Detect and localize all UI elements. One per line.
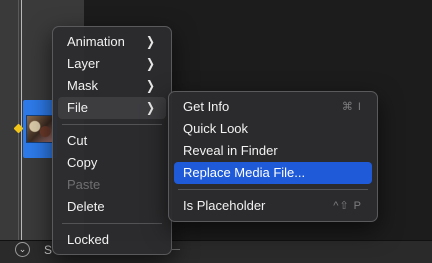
chevron-down-icon[interactable]: ⌄ xyxy=(15,242,30,257)
shortcut-label: ^⇧ P xyxy=(333,200,362,212)
menu-item-mask[interactable]: Mask ❯ xyxy=(58,75,166,97)
context-menu: Animation ❯ Layer ❯ Mask ❯ File ❯ Cut Co… xyxy=(52,26,172,255)
menu-item-label: Quick Look xyxy=(183,121,249,136)
chevron-right-icon: ❯ xyxy=(146,78,155,93)
menu-item-is-placeholder[interactable]: Is Placeholder ^⇧ P xyxy=(174,195,372,217)
file-submenu: Get Info ⌘ I Quick Look Reveal in Finder… xyxy=(168,91,378,222)
menu-item-animation[interactable]: Animation ❯ xyxy=(58,31,166,53)
menu-item-layer[interactable]: Layer ❯ xyxy=(58,53,166,75)
menu-item-label: Reveal in Finder xyxy=(183,143,278,158)
menu-item-label: Animation xyxy=(67,34,125,49)
menu-item-get-info[interactable]: Get Info ⌘ I xyxy=(174,96,372,118)
menu-item-label: Paste xyxy=(67,177,101,192)
bottom-bar-divider xyxy=(172,249,180,250)
menu-item-replace-media-file[interactable]: Replace Media File... xyxy=(174,162,372,184)
menu-item-cut[interactable]: Cut xyxy=(58,130,166,152)
menu-item-reveal-in-finder[interactable]: Reveal in Finder xyxy=(174,140,372,162)
menu-item-label: Mask xyxy=(67,78,99,93)
menu-item-quick-look[interactable]: Quick Look xyxy=(174,118,372,140)
menu-item-copy[interactable]: Copy xyxy=(58,152,166,174)
menu-item-label: Copy xyxy=(67,155,98,170)
chevron-right-icon: ❯ xyxy=(146,56,155,71)
bottom-bar-label: S xyxy=(44,243,53,257)
menu-item-file[interactable]: File ❯ xyxy=(58,97,166,119)
menu-separator xyxy=(178,189,368,190)
menu-item-label: Cut xyxy=(67,133,88,148)
menu-item-label: Locked xyxy=(67,232,109,247)
menu-item-label: Delete xyxy=(67,199,105,214)
playhead-line[interactable] xyxy=(21,0,22,240)
menu-item-label: Replace Media File... xyxy=(183,165,306,180)
menu-item-locked[interactable]: Locked xyxy=(58,229,166,251)
menu-item-label: Layer xyxy=(67,56,100,71)
menu-item-paste: Paste xyxy=(58,174,166,196)
chevron-right-icon: ❯ xyxy=(146,100,155,115)
menu-item-label: Is Placeholder xyxy=(183,198,266,213)
menu-item-label: Get Info xyxy=(183,99,230,114)
track-divider xyxy=(18,0,19,240)
menu-separator xyxy=(62,124,162,125)
clip-thumbnail xyxy=(26,115,54,143)
chevron-right-icon: ❯ xyxy=(146,34,155,49)
shortcut-label: ⌘ I xyxy=(341,101,362,113)
menu-item-label: File xyxy=(67,100,88,115)
menu-item-delete[interactable]: Delete xyxy=(58,196,166,218)
menu-separator xyxy=(62,223,162,224)
